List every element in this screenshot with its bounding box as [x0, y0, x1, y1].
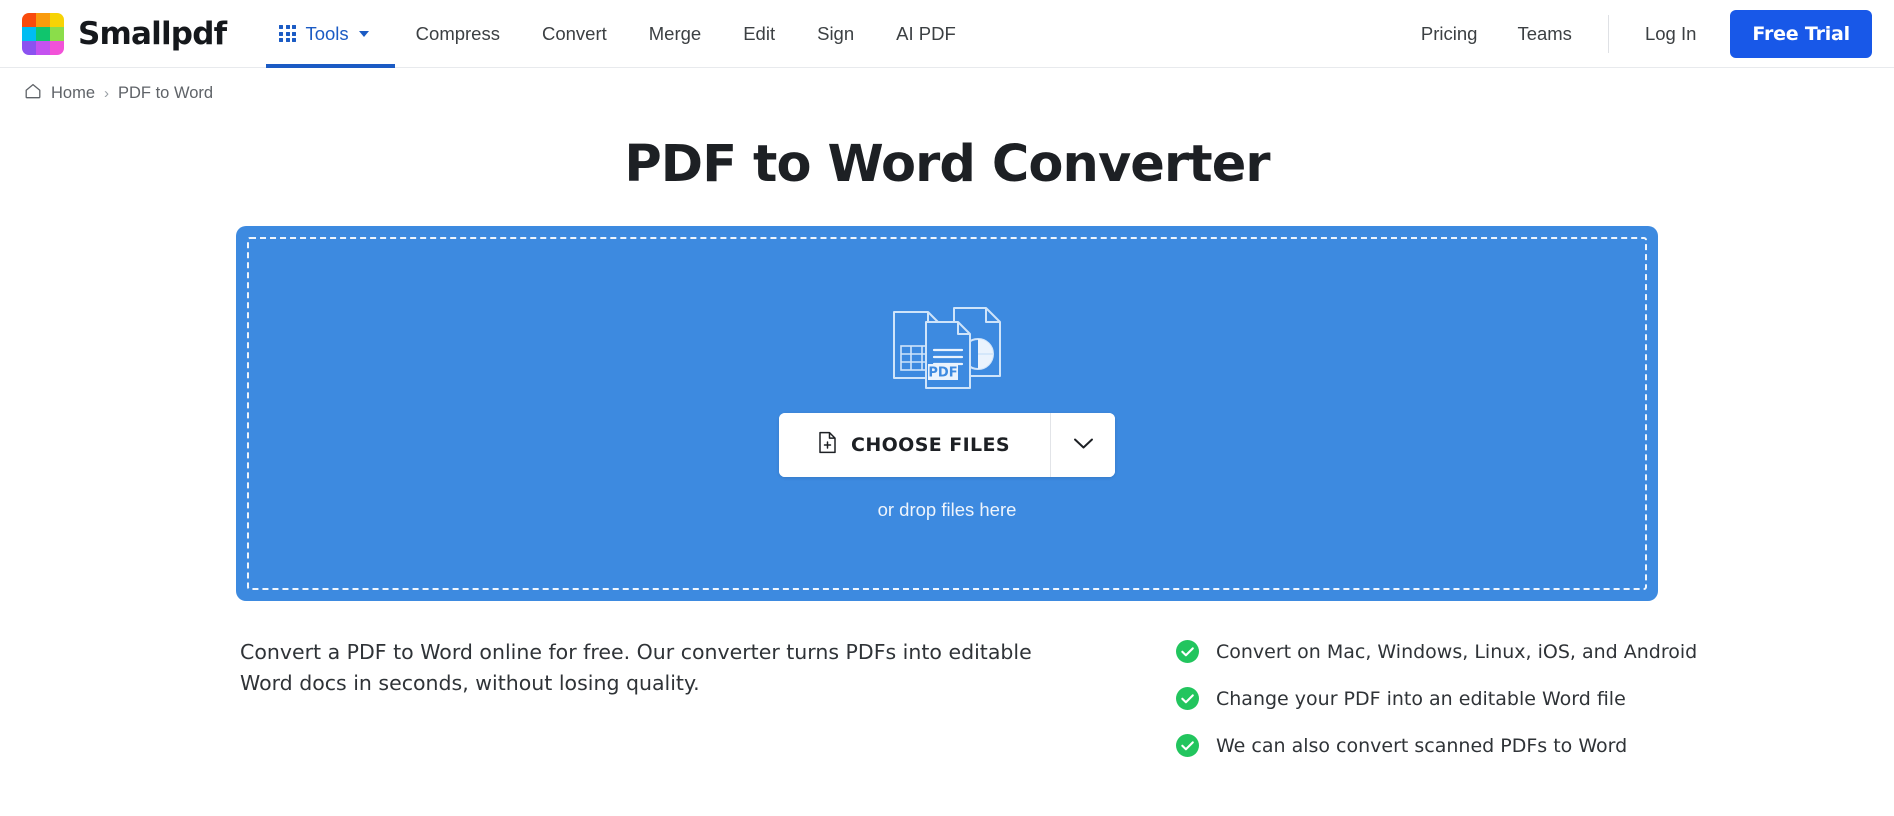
page-title: PDF to Word Converter: [624, 135, 1270, 194]
converter-description: Convert a PDF to Word online for free. O…: [240, 640, 1032, 696]
choose-files-dropdown-button[interactable]: [1051, 413, 1116, 477]
brand-logo-link[interactable]: Smallpdf: [22, 0, 266, 67]
nav-item-tools-label: Tools: [305, 22, 349, 44]
breadcrumb-home-link[interactable]: Home: [51, 84, 95, 103]
feature-label: Convert on Mac, Windows, Linux, iOS, and…: [1216, 640, 1698, 663]
dropzone-wrapper: PDF CHOOSE FILES or drop files here: [0, 226, 1894, 601]
nav-item-tools[interactable]: Tools: [266, 0, 396, 68]
nav-left-section: Smallpdf Tools Compress Convert Merge Ed…: [22, 0, 977, 68]
bottom-content-section: Convert a PDF to Word online for free. O…: [0, 601, 1894, 757]
check-circle-icon: [1176, 687, 1199, 710]
choose-files-button[interactable]: CHOOSE FILES: [778, 413, 1051, 477]
choose-files-label: CHOOSE FILES: [850, 434, 1011, 456]
choose-files-control-group: CHOOSE FILES: [778, 413, 1116, 477]
top-navigation-bar: Smallpdf Tools Compress Convert Merge Ed…: [0, 0, 1894, 68]
drop-files-hint: or drop files here: [877, 499, 1017, 520]
free-trial-button[interactable]: Free Trial: [1730, 9, 1872, 58]
feature-item: Convert on Mac, Windows, Linux, iOS, and…: [1176, 640, 1697, 663]
nav-primary-links: Tools Compress Convert Merge Edit Sign A…: [266, 0, 977, 68]
home-icon: [24, 82, 42, 105]
pdf-badge-text: PDF: [928, 366, 957, 381]
nav-item-teams[interactable]: Teams: [1497, 23, 1592, 45]
login-link[interactable]: Log In: [1625, 23, 1716, 45]
nav-item-edit[interactable]: Edit: [722, 0, 796, 67]
feature-label: Change your PDF into an editable Word fi…: [1216, 687, 1626, 710]
check-circle-icon: [1176, 640, 1199, 663]
breadcrumb: Home › PDF to Word: [0, 68, 1894, 105]
chevron-down-icon: [358, 30, 369, 37]
feature-label: We can also convert scanned PDFs to Word: [1216, 734, 1628, 757]
nav-item-merge[interactable]: Merge: [628, 0, 722, 67]
chevron-down-icon: [1073, 437, 1094, 453]
breadcrumb-current: PDF to Word: [118, 84, 214, 102]
nav-item-ai-pdf[interactable]: AI PDF: [875, 0, 977, 67]
nav-divider: [1607, 14, 1609, 53]
file-dropzone[interactable]: PDF CHOOSE FILES or drop files here: [236, 226, 1658, 601]
nav-item-convert[interactable]: Convert: [521, 0, 628, 67]
brand-name: Smallpdf: [78, 15, 227, 52]
documents-illustration-icon: PDF: [888, 306, 1006, 395]
feature-item: Change your PDF into an editable Word fi…: [1176, 687, 1697, 710]
nav-item-compress[interactable]: Compress: [395, 0, 521, 67]
breadcrumb-separator: ›: [104, 85, 110, 102]
nav-item-sign[interactable]: Sign: [796, 0, 875, 67]
check-circle-icon: [1176, 734, 1199, 757]
feature-list: Convert on Mac, Windows, Linux, iOS, and…: [1176, 637, 1697, 757]
feature-item: We can also convert scanned PDFs to Word: [1176, 734, 1697, 757]
smallpdf-logo-icon: [22, 12, 64, 55]
nav-right-section: Pricing Teams Log In Free Trial: [1401, 0, 1872, 67]
nav-item-pricing[interactable]: Pricing: [1401, 23, 1498, 45]
file-add-icon: [817, 431, 838, 459]
grid-icon: [279, 24, 297, 43]
